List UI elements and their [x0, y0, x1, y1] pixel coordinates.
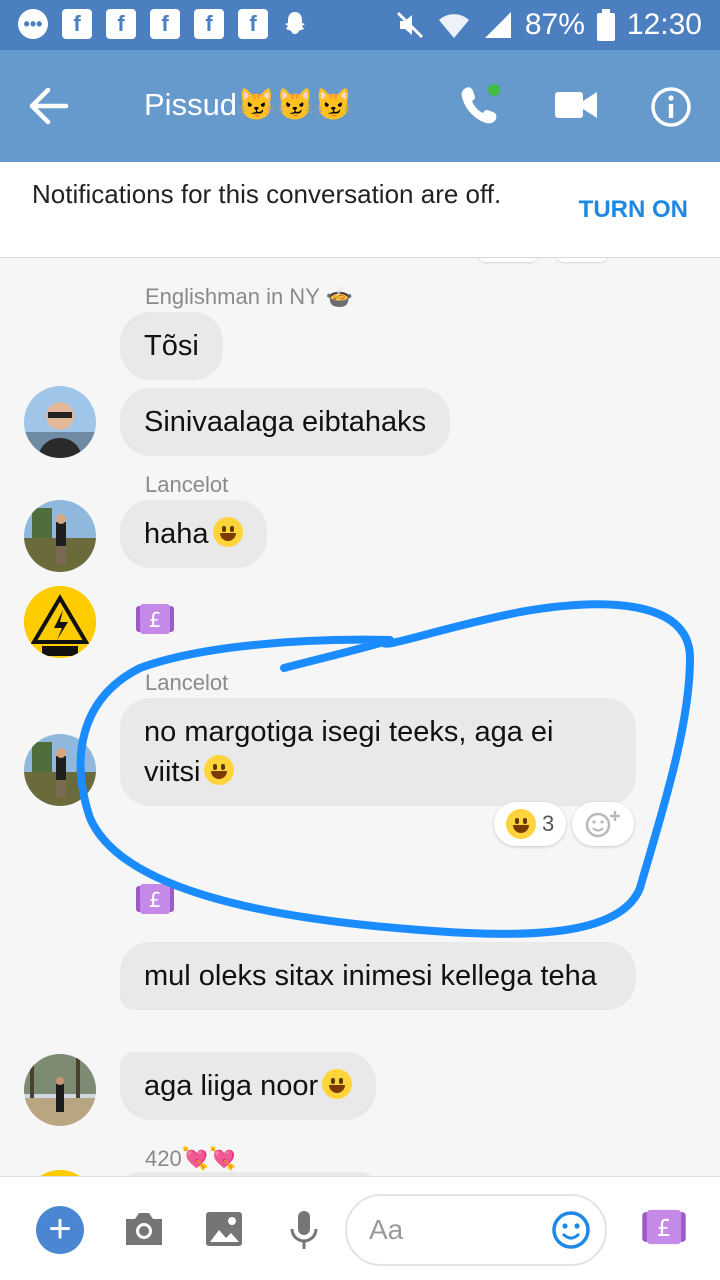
facebook-icon: f: [150, 9, 180, 39]
message-composer: + Aa £: [0, 1176, 720, 1280]
avatar[interactable]: [24, 500, 96, 572]
turn-on-button[interactable]: TURN ON: [579, 196, 688, 224]
back-arrow-icon[interactable]: [26, 86, 70, 126]
notification-text: Notifications for this conversation are …: [32, 179, 502, 209]
tears-of-joy-emoji-icon: [322, 1069, 353, 1099]
active-dot-icon: [488, 84, 500, 96]
sender-name: Lancelot: [145, 670, 229, 695]
message-bubble[interactable]: haha: [120, 500, 267, 568]
title-emoji: 😼😼😼: [237, 87, 353, 122]
message-text: mul oleks sitax inimesi kellega teha: [144, 960, 597, 992]
avatar[interactable]: [24, 734, 96, 806]
message-bubble[interactable]: aga liiga noor: [120, 1052, 377, 1120]
avatar[interactable]: [24, 1054, 96, 1126]
message-text: Tõsi: [144, 330, 199, 362]
sender-label: Englishman in NY: [145, 284, 320, 309]
reaction-summary[interactable]: 3: [494, 802, 567, 846]
clock: 12:30: [626, 8, 702, 41]
message-text: haha: [144, 518, 209, 550]
sender-name: Englishman in NY 🍲: [145, 284, 353, 310]
add-reaction-button[interactable]: [572, 802, 634, 846]
messages-icon: •••: [18, 9, 48, 39]
message-bubble[interactable]: Tõsi: [120, 312, 223, 380]
money-sticker-icon[interactable]: £: [134, 602, 176, 636]
message-placeholder: Aa: [369, 1214, 404, 1245]
gallery-icon[interactable]: [204, 1209, 244, 1249]
message-text: Sinivaalaga eibtahaks: [144, 406, 427, 438]
grinning-emoji-icon: [204, 755, 235, 785]
phone-call-icon[interactable]: [458, 82, 502, 128]
facebook-icon: f: [194, 9, 224, 39]
reaction-count: 3: [542, 811, 555, 836]
message-bubble[interactable]: Sinivaalaga eibtahaks: [120, 388, 451, 456]
video-call-icon[interactable]: [555, 90, 597, 120]
avatar[interactable]: [24, 586, 96, 658]
sender-emoji: 💘💘: [181, 1146, 237, 1171]
snapchat-icon: [285, 12, 305, 34]
add-button[interactable]: +: [36, 1206, 84, 1254]
battery-icon: [596, 9, 615, 41]
microphone-icon[interactable]: [288, 1209, 320, 1251]
message-bubble[interactable]: no margotiga isegi teeks, aga ei viitsi: [120, 698, 636, 806]
message-text: aga liiga noor: [144, 1070, 319, 1102]
battery-percent: 87%: [524, 8, 585, 41]
message-input[interactable]: Aa: [345, 1194, 607, 1266]
avatar[interactable]: [24, 386, 96, 458]
mute-icon: [396, 11, 423, 39]
facebook-icon: f: [62, 9, 92, 39]
partial-reaction: [478, 258, 538, 262]
conversation-header: Pissud😼😼😼: [0, 50, 720, 162]
grinning-emoji-icon: [212, 517, 243, 547]
svg-text:£: £: [657, 1216, 672, 1242]
laughing-emoji-icon: [506, 809, 536, 839]
conversation-title[interactable]: Pissud😼😼😼: [144, 86, 353, 123]
svg-text:£: £: [149, 608, 162, 632]
notification-banner: Notifications for this conversation are …: [0, 162, 720, 258]
message-bubble[interactable]: mul oleks sitax inimesi kellega teha: [120, 942, 636, 1010]
status-bar: ••• f f f f f 87% 12:30: [0, 0, 720, 50]
sender-name: 420💘💘: [145, 1146, 237, 1172]
emoji-picker-icon[interactable]: [551, 1210, 591, 1250]
sender-emoji: 🍲: [325, 284, 353, 309]
add-emoji-icon: [585, 811, 620, 838]
signal-icon: [484, 12, 511, 38]
svg-text:£: £: [149, 888, 162, 912]
wifi-icon: [438, 14, 469, 38]
camera-icon[interactable]: [122, 1209, 166, 1249]
facebook-icon: f: [238, 9, 268, 39]
info-icon[interactable]: [650, 86, 692, 128]
money-sticker-icon[interactable]: £: [134, 882, 176, 916]
message-list[interactable]: Englishman in NY 🍲 Tõsi Sinivaalaga eibt…: [0, 258, 720, 1176]
conversation-name: Pissud: [144, 87, 238, 122]
sender-name: Lancelot: [145, 472, 229, 497]
partial-reaction: [556, 258, 608, 262]
money-sticker-icon[interactable]: £: [640, 1207, 688, 1247]
facebook-icon: f: [106, 9, 136, 39]
sender-label: 420: [145, 1146, 182, 1171]
